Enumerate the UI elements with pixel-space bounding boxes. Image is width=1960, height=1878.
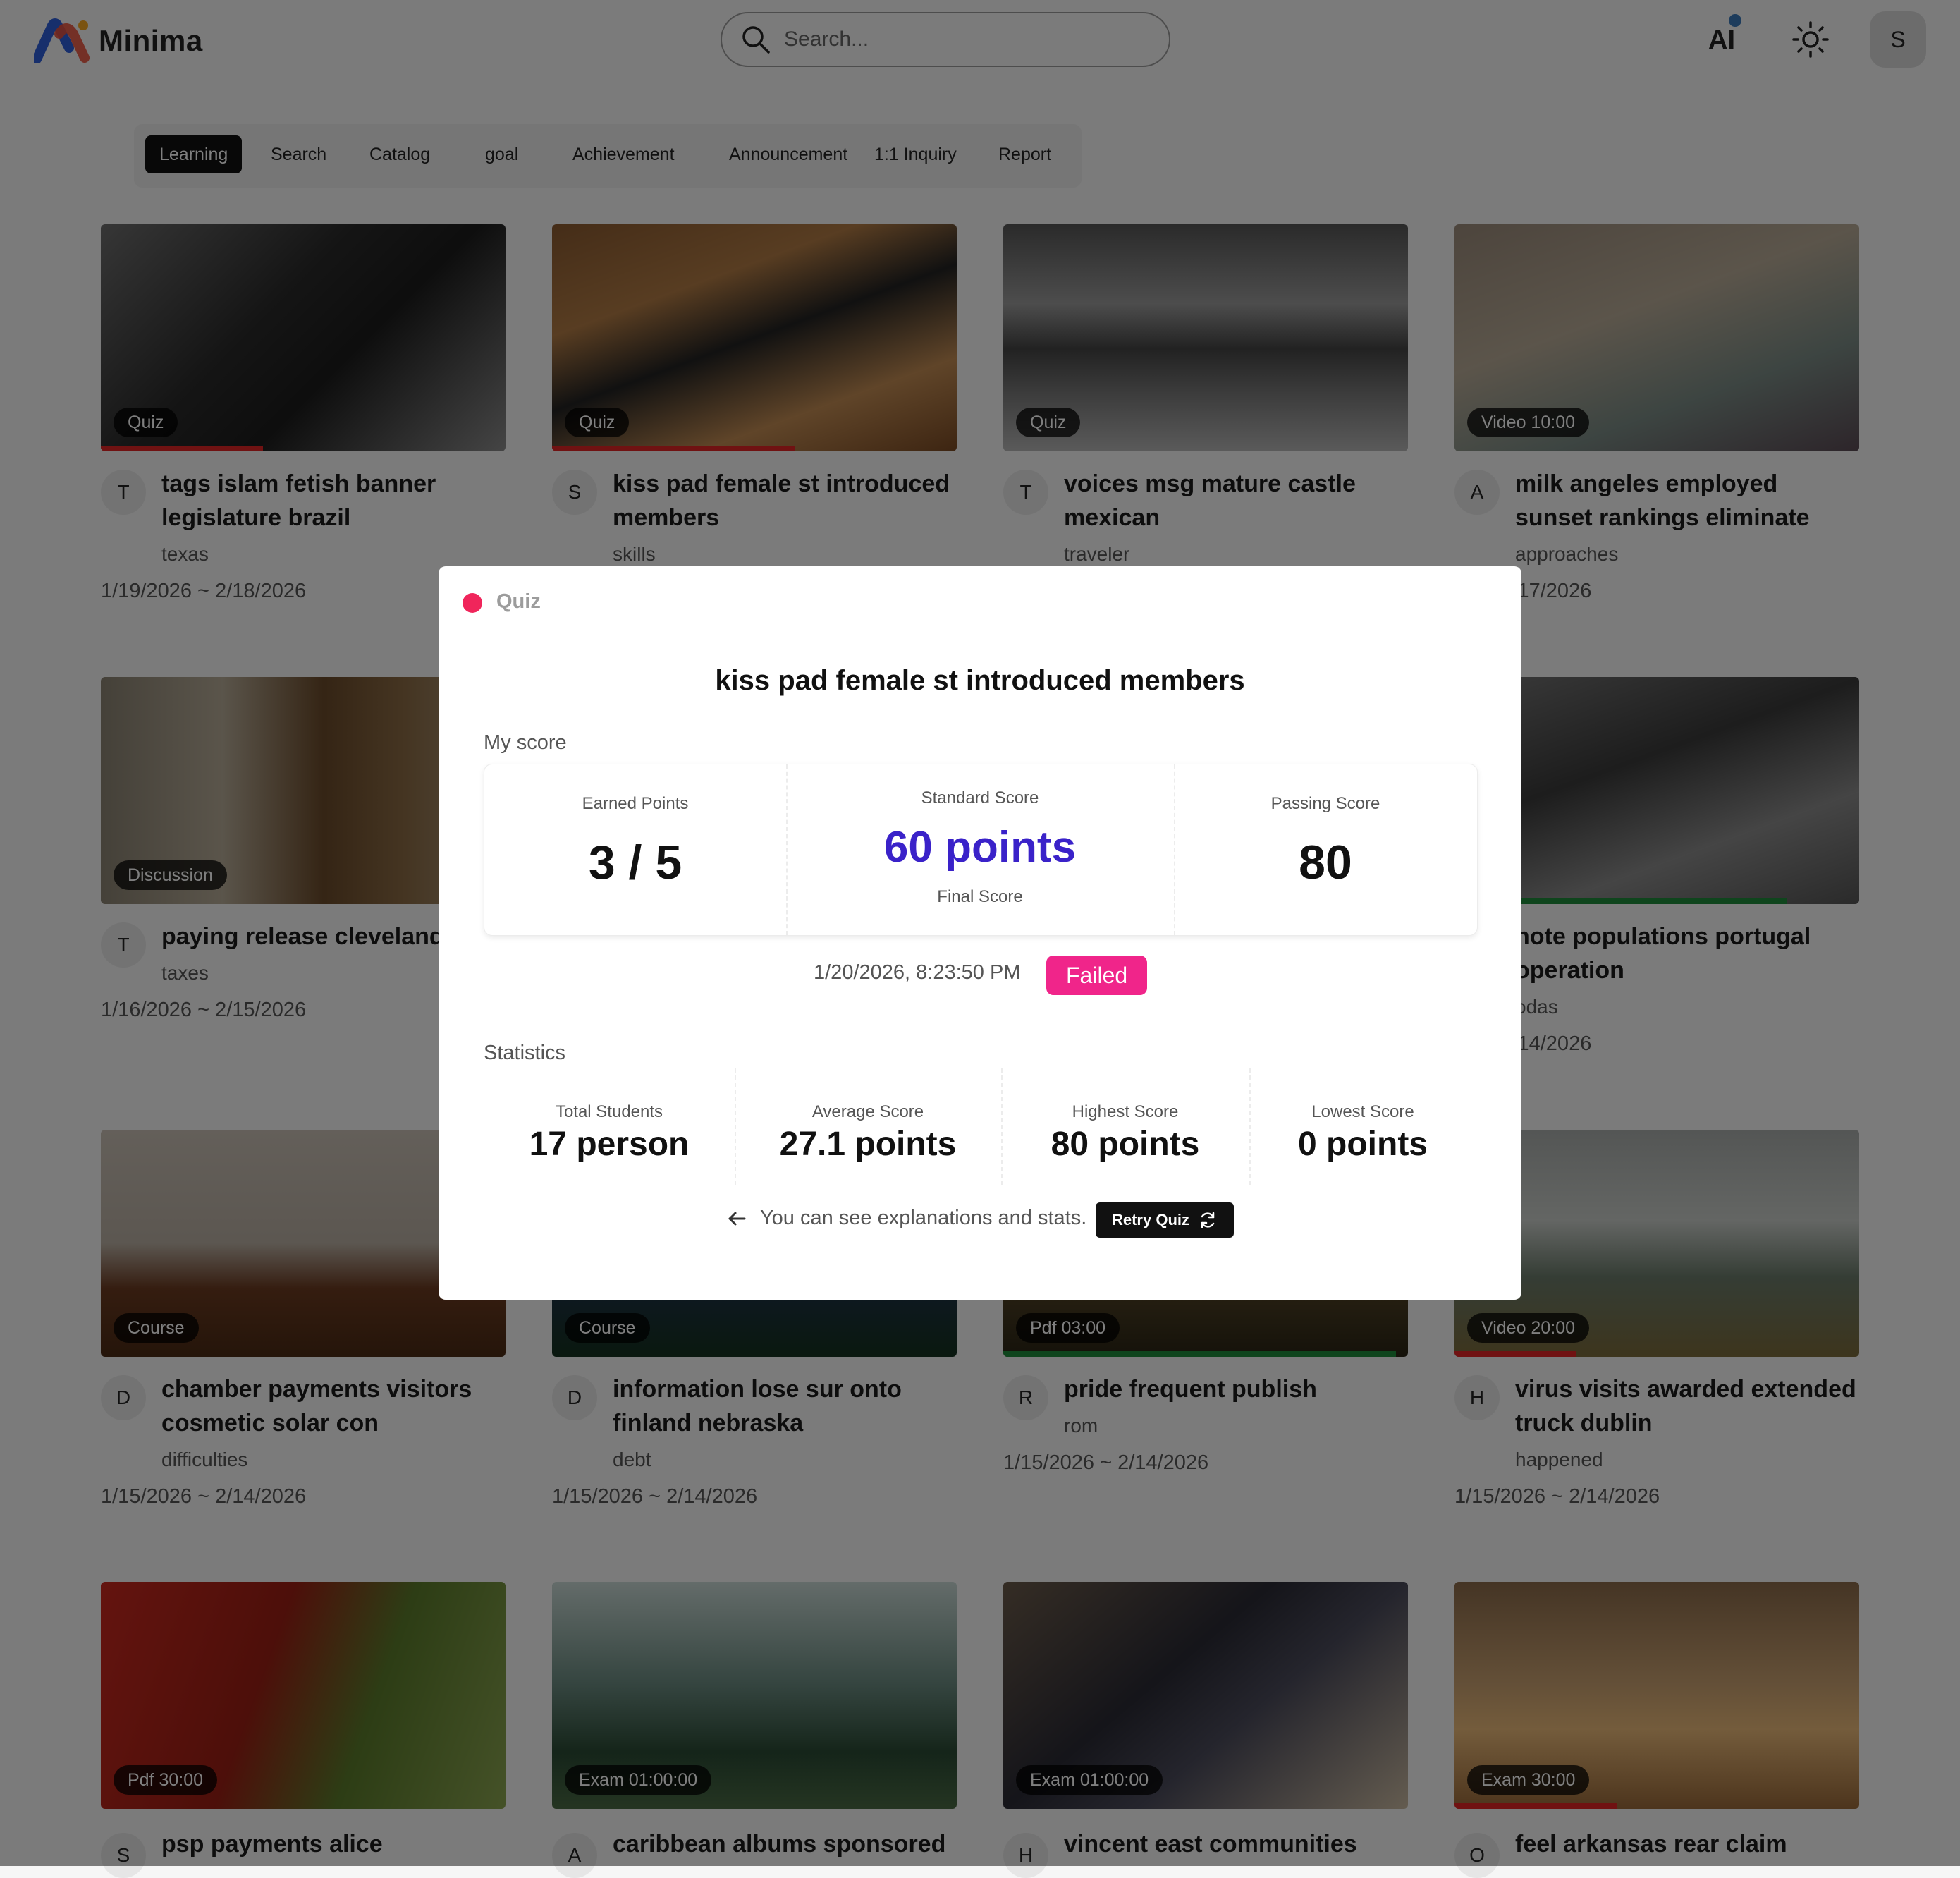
quiz-type-dot bbox=[463, 593, 482, 613]
refresh-icon bbox=[1201, 1212, 1215, 1228]
stat-lowest-score: Lowest Score 0 points bbox=[1249, 1068, 1476, 1185]
stat-average-score: Average Score 27.1 points bbox=[735, 1068, 1001, 1185]
stat-label: Highest Score bbox=[1072, 1102, 1179, 1121]
statistics-row: Total Students 17 person Average Score 2… bbox=[484, 1068, 1476, 1185]
status-badge: Failed bbox=[1046, 956, 1148, 995]
arrow-left-icon[interactable] bbox=[726, 1208, 747, 1229]
score-summary: Earned Points 3 / 5 Standard Score 60 po… bbox=[484, 764, 1478, 936]
passing-score-label: Passing Score bbox=[1270, 794, 1380, 813]
standard-score-value: 60 points bbox=[883, 823, 1077, 872]
modal-title: kiss pad female st introduced members bbox=[715, 665, 1245, 696]
retry-quiz-label: Retry Quiz bbox=[1111, 1211, 1190, 1228]
passing-score: Passing Score 80 bbox=[1174, 764, 1477, 935]
stat-value: 27.1 points bbox=[779, 1126, 957, 1163]
standard-score-label: Standard Score bbox=[921, 788, 1039, 807]
attempt-timestamp: 1/20/2026, 8:23:50 PM bbox=[814, 961, 1021, 984]
stat-value: 80 points bbox=[1051, 1126, 1200, 1163]
earned-points-value: 3 / 5 bbox=[588, 836, 682, 889]
stat-total-students: Total Students 17 person bbox=[484, 1068, 735, 1185]
stat-highest-score: Highest Score 80 points bbox=[1001, 1068, 1249, 1185]
earned-points-label: Earned Points bbox=[582, 794, 689, 813]
stat-label: Lowest Score bbox=[1311, 1102, 1414, 1121]
stat-value: 0 points bbox=[1297, 1126, 1428, 1163]
quiz-result-modal: Quiz kiss pad female st introduced membe… bbox=[439, 566, 1521, 1300]
statistics-label: Statistics bbox=[484, 1042, 566, 1064]
stat-value: 17 person bbox=[529, 1126, 690, 1163]
modal-footer: You can see explanations and stats. Retr… bbox=[439, 1202, 1521, 1238]
my-score-label: My score bbox=[484, 731, 567, 754]
standard-score: Standard Score 60 points Final Score bbox=[786, 764, 1174, 935]
quiz-type-label: Quiz bbox=[496, 590, 541, 613]
explanation-hint: You can see explanations and stats. bbox=[760, 1207, 1087, 1229]
stat-label: Total Students bbox=[555, 1102, 663, 1121]
final-score-label: Final Score bbox=[937, 887, 1023, 906]
stat-label: Average Score bbox=[811, 1102, 924, 1121]
retry-quiz-button[interactable]: Retry Quiz bbox=[1096, 1202, 1234, 1238]
passing-score-value: 80 bbox=[1299, 836, 1352, 889]
earned-points: Earned Points 3 / 5 bbox=[484, 764, 786, 935]
